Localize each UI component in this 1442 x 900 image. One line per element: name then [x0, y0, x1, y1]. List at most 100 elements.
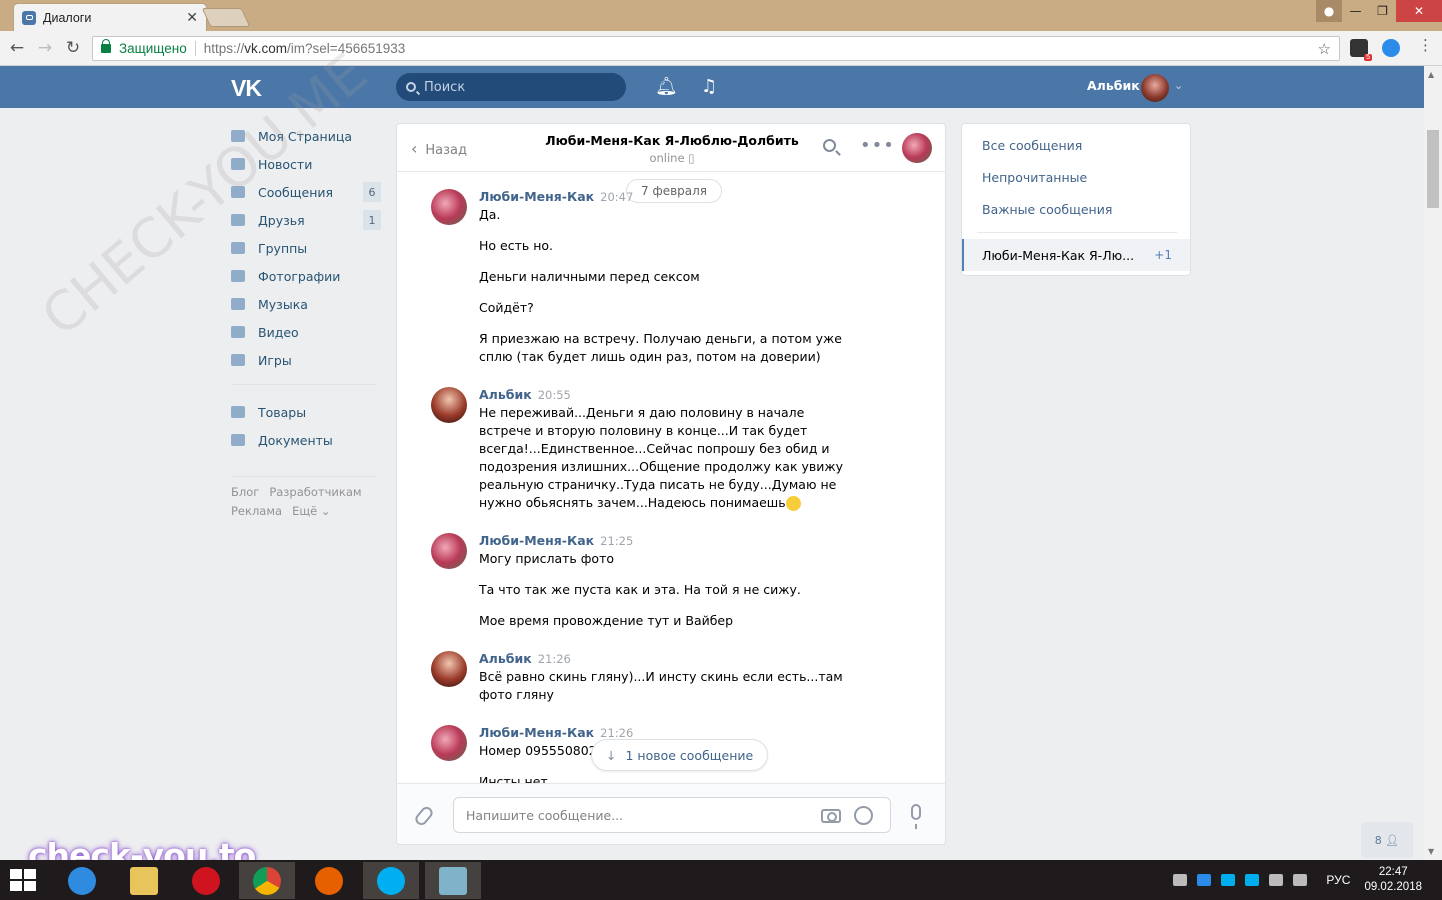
taskbar-firefox-icon[interactable] [301, 862, 357, 899]
attach-paperclip-icon[interactable] [412, 804, 436, 828]
back-arrow-icon[interactable]: ← [6, 37, 28, 59]
tab-close-icon[interactable]: ✕ [186, 9, 198, 26]
sidebar-item-news[interactable]: Новости [231, 150, 381, 178]
chat-search-icon[interactable] [823, 139, 836, 152]
mobile-icon: ▯ [688, 151, 695, 165]
taskbar-explorer-icon[interactable] [116, 862, 172, 899]
message-author[interactable]: Альбик [479, 651, 532, 666]
filter-all-messages[interactable]: Все сообщения [982, 138, 1082, 153]
search-input[interactable] [424, 79, 604, 95]
more-actions-icon[interactable]: ••• [860, 135, 895, 156]
vk-logo[interactable]: VK [231, 75, 262, 102]
footer-link-ads[interactable]: Реклама [231, 504, 282, 518]
vk-header: VK 🔔︎ ♫ Альбик ⌄ [0, 66, 1424, 108]
message-time: 21:26 [600, 726, 634, 740]
filter-unread[interactable]: Непрочитанные [982, 170, 1087, 185]
sidebar-item-home[interactable]: Моя Страница [231, 122, 381, 150]
taskbar-chrome-icon[interactable] [239, 862, 295, 899]
sidebar-item-groups[interactable]: Группы [231, 234, 381, 262]
page-scrollbar[interactable]: ▲ ▼ [1424, 66, 1442, 860]
taskbar-ie-icon[interactable] [54, 862, 110, 899]
active-dialog-item[interactable]: Люби-Меня-Как Я-Лю... +1 [962, 239, 1190, 271]
message-author[interactable]: Альбик [479, 387, 532, 402]
extension-shield-icon[interactable] [1382, 39, 1400, 57]
sidebar-item-market[interactable]: Товары [231, 398, 381, 426]
taskbar-opera-icon[interactable] [178, 862, 234, 899]
message-body: Альбик 20:55 Не переживай...Деньги я даю п… [479, 387, 859, 525]
tray-app-icon[interactable] [1173, 874, 1188, 886]
sidebar-item-label: Видео [258, 324, 299, 340]
tray-network-icon[interactable] [1269, 874, 1284, 886]
message-author[interactable]: Люби-Меня-Как [479, 533, 594, 548]
vk-search[interactable] [396, 73, 626, 101]
sidebar-item-games[interactable]: Игры [231, 346, 381, 374]
microphone-icon[interactable] [911, 804, 921, 829]
profile-icon[interactable]: ● [1316, 0, 1342, 22]
message-author[interactable]: Люби-Меня-Как [479, 189, 594, 204]
message-text: Но есть но. [479, 237, 859, 255]
sidebar-item-label: Музыка [258, 296, 308, 312]
address-bar[interactable]: Защищено https://vk.com/im?sel=456651933… [92, 36, 1340, 61]
footer-link-dev[interactable]: Разработчикам [269, 485, 361, 499]
message-avatar[interactable] [431, 651, 467, 687]
active-dialog-badge: +1 [1154, 248, 1172, 262]
tray-skype2-icon[interactable] [1245, 874, 1260, 886]
sidebar-item-friends[interactable]: Друзья 1 [231, 206, 381, 234]
sidebar-item-documents[interactable]: Документы [231, 426, 381, 454]
browser-tab[interactable]: Диалоги ✕ [13, 3, 207, 31]
reload-icon[interactable]: ↻ [62, 37, 84, 59]
message-avatar[interactable] [431, 725, 467, 761]
sidebar-item-label: Товары [258, 404, 307, 420]
sidebar-item-messages[interactable]: Сообщения 6 [231, 178, 381, 206]
header-avatar[interactable] [1141, 74, 1169, 102]
message-text-content: Могу прислать фото [479, 551, 615, 566]
message-history: 7 февраля Люби-Меня-Как 20:47 Да. Но есть н… [397, 172, 945, 783]
scrollbar-thumb[interactable] [1427, 130, 1439, 208]
restore-button[interactable]: ❐ [1369, 0, 1396, 22]
tray-shield-icon[interactable] [1197, 874, 1212, 886]
sidebar-item-music[interactable]: Музыка [231, 290, 381, 318]
tray-skype-icon[interactable] [1221, 874, 1236, 886]
music-note-icon[interactable]: ♫ [701, 76, 717, 97]
tray-language[interactable]: РУС [1326, 873, 1350, 887]
chevron-down-icon[interactable]: ⌄ [1174, 79, 1183, 92]
extension-icon[interactable]: 5 [1350, 39, 1372, 61]
message-avatar[interactable] [431, 189, 467, 225]
peer-avatar[interactable] [902, 133, 932, 163]
market-icon [231, 406, 245, 418]
notifications-bell-icon[interactable]: 🔔︎ [655, 76, 678, 97]
sidebar-item-photos[interactable]: Фотографии [231, 262, 381, 290]
taskbar-skype-icon[interactable] [363, 862, 419, 899]
camera-icon[interactable] [821, 809, 841, 823]
person-icon: 👤︎ [1385, 833, 1400, 847]
tray-clock[interactable]: 22:47 09.02.2018 [1364, 865, 1422, 895]
filter-important[interactable]: Важные сообщения [982, 202, 1112, 217]
taskbar-app-icon[interactable] [425, 862, 481, 899]
scroll-down-icon[interactable]: ▼ [1428, 847, 1434, 856]
forward-arrow-icon[interactable]: → [34, 37, 56, 59]
footer-link-more[interactable]: Ещё ⌄ [292, 504, 330, 518]
sidebar-item-label: Группы [258, 240, 308, 256]
message-text-content: Сойдёт? [479, 300, 534, 315]
header-user-name[interactable]: Альбик [1087, 78, 1140, 93]
message-text-content: Не переживай...Деньги я даю половину в н… [479, 405, 844, 510]
emoji-icon[interactable] [854, 806, 873, 825]
footer-link-blog[interactable]: Блог [231, 485, 259, 499]
windows-start-icon[interactable] [10, 869, 38, 891]
scroll-up-icon[interactable]: ▲ [1428, 70, 1434, 79]
sidebar-item-video[interactable]: Видео [231, 318, 381, 346]
message-avatar[interactable] [431, 387, 467, 423]
bookmark-star-icon[interactable]: ☆ [1318, 40, 1331, 58]
tray-volume-icon[interactable] [1293, 874, 1308, 886]
message-avatar[interactable] [431, 533, 467, 569]
sidebar-item-label: Фотографии [258, 268, 341, 284]
close-window-button[interactable]: ✕ [1396, 0, 1442, 22]
message-author[interactable]: Люби-Меня-Как [479, 725, 594, 740]
browser-menu-icon[interactable]: ⋮ [1418, 38, 1433, 53]
minimize-button[interactable]: — [1342, 0, 1369, 22]
online-friends-button[interactable]: 8 👤︎ [1361, 822, 1413, 858]
windows-taskbar: РУС 22:47 09.02.2018 [0, 860, 1442, 900]
new-tab-button[interactable] [201, 8, 251, 27]
music-icon [231, 298, 245, 310]
new-messages-button[interactable]: ↓ 1 новое сообщение [591, 739, 769, 771]
